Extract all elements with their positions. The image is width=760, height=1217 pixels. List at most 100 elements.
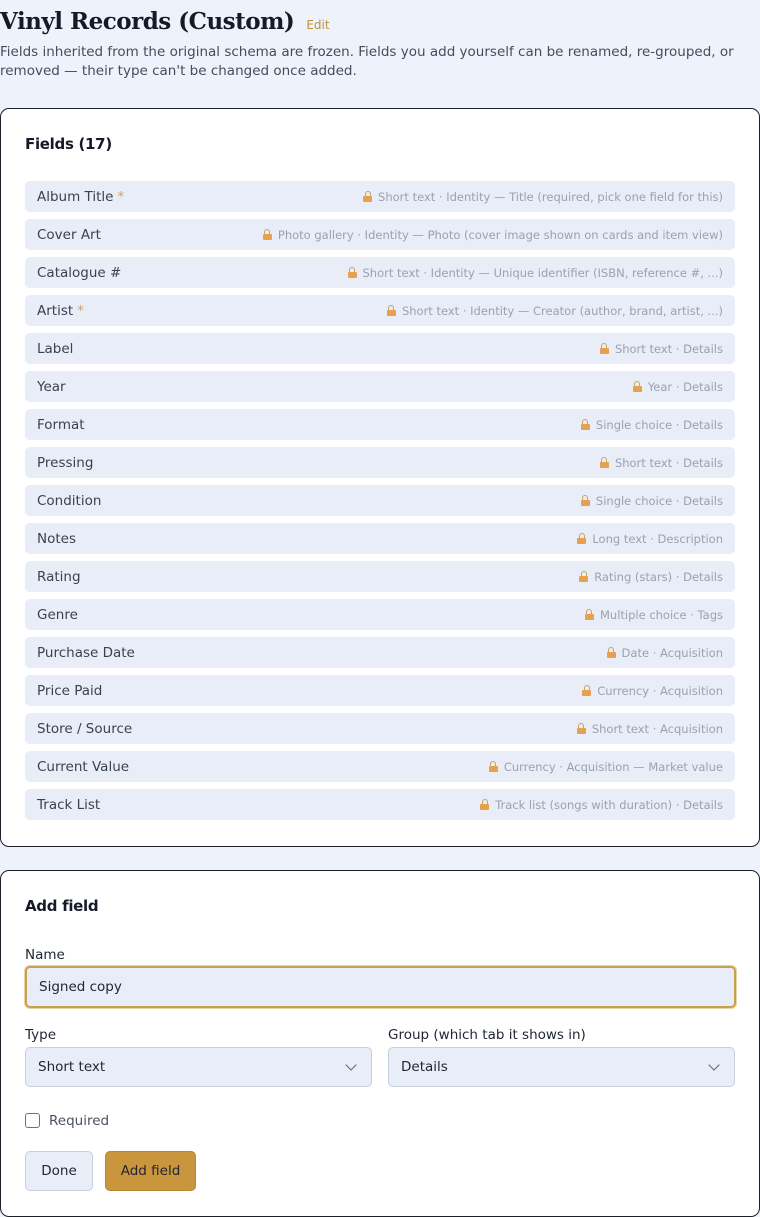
lock-icon xyxy=(488,761,498,772)
lock-icon xyxy=(386,305,396,316)
field-name: Album Title * xyxy=(37,189,124,205)
field-meta: Single choice · Details xyxy=(580,418,723,432)
field-row[interactable]: Store / Source Short text · Acquisition xyxy=(25,713,735,744)
field-name: Track List xyxy=(37,797,100,813)
lock-icon xyxy=(599,457,609,468)
field-name-text: Purchase Date xyxy=(37,644,135,661)
type-select[interactable]: Short text xyxy=(25,1047,372,1087)
field-row[interactable]: Genre Multiple choice · Tags xyxy=(25,599,735,630)
page-description: Fields inherited from the original schem… xyxy=(0,44,734,79)
field-meta: Long text · Description xyxy=(577,532,723,546)
fields-card: Fields (17) Album Title * Short text · Ide… xyxy=(0,108,760,847)
lock-icon xyxy=(599,343,609,354)
field-row[interactable]: Rating Rating (stars) · Details xyxy=(25,561,735,592)
field-name: Store / Source xyxy=(37,721,132,737)
field-row[interactable]: Condition Single choice · Details xyxy=(25,485,735,516)
required-star: * xyxy=(117,188,125,205)
field-row[interactable]: Label Short text · Details xyxy=(25,333,735,364)
field-name-text: Genre xyxy=(37,606,78,623)
lock-icon xyxy=(580,419,590,430)
field-name: Purchase Date xyxy=(37,645,135,661)
field-meta-text: Rating (stars) · Details xyxy=(594,569,723,584)
required-star: * xyxy=(77,302,84,319)
done-button[interactable]: Done xyxy=(25,1151,93,1191)
field-name-text: Rating xyxy=(37,568,81,585)
field-row[interactable]: Cover Art Photo gallery · Identity — Phot… xyxy=(25,219,735,250)
field-name-text: Track List xyxy=(37,796,101,813)
field-name-text: Condition xyxy=(37,492,102,509)
field-meta-text: Date · Acquisition xyxy=(621,645,723,660)
field-meta-text: Short text · Identity — Title (required,… xyxy=(378,189,723,204)
field-meta: Short text · Identity — Creator (author,… xyxy=(386,303,723,318)
field-meta-text: Short text · Details xyxy=(614,455,723,470)
required-label[interactable]: Required xyxy=(49,1113,109,1129)
field-meta: Year · Details xyxy=(632,379,723,394)
field-name-text: Album Title xyxy=(37,188,114,205)
field-name: Pressing xyxy=(37,455,93,471)
name-input[interactable]: Signed copy xyxy=(25,966,736,1008)
field-row[interactable]: Price Paid Currency · Acquisition xyxy=(25,675,735,706)
field-name-text: Notes xyxy=(37,530,76,547)
field-meta-text: Single choice · Details xyxy=(595,493,723,508)
field-meta-text: Year · Details xyxy=(647,379,723,394)
required-checkbox[interactable] xyxy=(25,1113,40,1128)
field-row[interactable]: Pressing Short text · Details xyxy=(25,447,735,478)
field-meta: Currency · Acquisition xyxy=(582,684,723,698)
field-meta: Date · Acquisition xyxy=(606,645,723,660)
field-meta: Short text · Details xyxy=(599,455,723,470)
field-name-text: Price Paid xyxy=(37,682,103,699)
field-meta: Short text · Identity — Unique identifie… xyxy=(347,265,724,280)
field-name: Artist * xyxy=(37,303,84,319)
add-field-card: Add field Name Signed copy Type Short te… xyxy=(0,870,760,1217)
name-label: Name xyxy=(25,947,65,963)
field-meta-text: Multiple choice · Tags xyxy=(599,607,723,622)
field-meta: Multiple choice · Tags xyxy=(584,607,723,622)
field-row[interactable]: Notes Long text · Description xyxy=(25,523,735,554)
field-row[interactable]: Purchase Date Date · Acquisition xyxy=(25,637,735,668)
lock-icon xyxy=(480,799,490,810)
fields-card-title: Fields (17) xyxy=(25,135,112,153)
field-row[interactable]: Track List Track list (songs with duratio… xyxy=(25,789,735,820)
field-name-text: Label xyxy=(37,340,74,357)
field-row[interactable]: Current Value Currency · Acquisition — Ma… xyxy=(25,751,735,782)
field-row[interactable]: Year Year · Details xyxy=(25,371,735,402)
field-meta: Currency · Acquisition — Market value xyxy=(488,760,723,774)
field-meta-text: Short text · Identity — Unique identifie… xyxy=(362,265,724,280)
field-name: Label xyxy=(37,341,73,357)
lock-icon xyxy=(363,191,373,202)
group-select[interactable]: Details xyxy=(388,1047,735,1087)
field-meta: Rating (stars) · Details xyxy=(579,570,723,584)
field-row[interactable]: Artist * Short text · Identity — Creator (… xyxy=(25,295,735,326)
field-meta-text: Currency · Acquisition xyxy=(597,683,723,698)
field-meta-text: Short text · Details xyxy=(614,341,723,356)
add-field-button[interactable]: Add field xyxy=(105,1151,196,1191)
field-meta-text: Long text · Description xyxy=(592,531,723,546)
title-row: Vinyl Records (Custom) Edit xyxy=(0,8,760,35)
field-row[interactable]: Format Single choice · Details xyxy=(25,409,735,440)
field-meta: Track list (songs with duration) · Detai… xyxy=(480,798,723,812)
field-name-text: Current Value xyxy=(37,758,130,775)
lock-icon xyxy=(347,267,357,278)
field-name: Rating xyxy=(37,569,81,585)
field-name: Current Value xyxy=(37,759,129,775)
lock-icon xyxy=(584,609,594,620)
field-name-text: Artist xyxy=(37,302,74,319)
edit-title-link[interactable]: Edit xyxy=(306,18,329,32)
field-name-text: Store / Source xyxy=(37,720,133,737)
lock-icon xyxy=(577,533,587,544)
chevron-down-icon xyxy=(345,1059,357,1071)
field-list: Album Title * Short text · Identity — Titl… xyxy=(25,181,735,827)
field-meta: Short text · Details xyxy=(599,341,723,356)
field-name: Catalogue # xyxy=(37,265,121,281)
lock-icon xyxy=(579,571,589,582)
field-row[interactable]: Catalogue # Short text · Identity — Uniqu… xyxy=(25,257,735,288)
field-meta-text: Photo gallery · Identity — Photo (cover … xyxy=(277,227,723,242)
page-header: Vinyl Records (Custom) Edit Fields inher… xyxy=(0,8,760,81)
add-field-title: Add field xyxy=(25,897,99,915)
name-input-value: Signed copy xyxy=(39,979,122,995)
group-label: Group (which tab it shows in) xyxy=(388,1027,586,1043)
type-label: Type xyxy=(25,1027,57,1043)
field-row[interactable]: Album Title * Short text · Identity — Titl… xyxy=(25,181,735,212)
field-meta-text: Short text · Identity — Creator (author,… xyxy=(401,303,723,318)
field-meta: Short text · Identity — Title (required,… xyxy=(363,190,723,204)
